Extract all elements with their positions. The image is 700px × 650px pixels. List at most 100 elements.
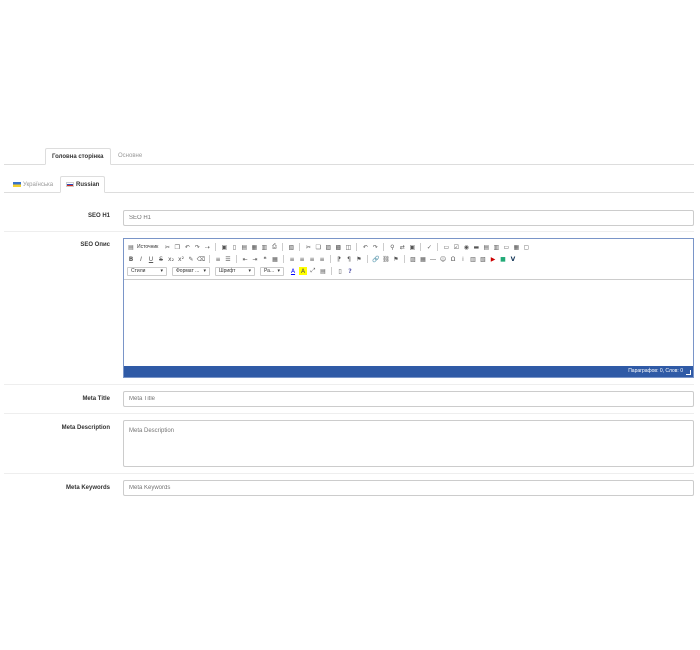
text-field-icon[interactable]: ▬ [472, 243, 480, 251]
iframe-icon[interactable]: ▥ [469, 255, 477, 263]
copy-alt-icon[interactable]: ❏ [314, 243, 322, 251]
toolbar-separator [383, 243, 385, 251]
remove-format-icon[interactable]: ⌫ [197, 255, 205, 263]
special-char-icon[interactable]: Ω [449, 255, 457, 263]
horizontal-line-icon[interactable]: ― [429, 255, 437, 263]
toolbar-row: ▤ Источник ✂ ❐ ↶ ↷ ⇢ ▣ ▯ ▤ ▦ ▥ ⎙ ▧ ✂ ❏ ▨… [127, 241, 690, 253]
align-center-icon[interactable]: ≡ [298, 255, 306, 263]
paste-icon[interactable]: ⇢ [203, 243, 211, 251]
paste-alt-icon[interactable]: ▨ [324, 243, 332, 251]
video-icon[interactable]: ■ [499, 255, 507, 263]
preview-icon[interactable]: ▦ [250, 243, 258, 251]
chevron-down-icon: ▾ [203, 268, 206, 274]
print-icon[interactable]: ⎙ [270, 243, 278, 251]
resize-handle-icon[interactable] [686, 370, 691, 375]
redo-alt-icon[interactable]: ↷ [371, 243, 379, 251]
tab-home-page[interactable]: Головна сторінка [45, 148, 111, 165]
image-icon[interactable]: ▨ [409, 255, 417, 263]
italic-icon[interactable]: I [137, 255, 145, 263]
align-justify-icon[interactable]: ≡ [318, 255, 326, 263]
seo-h1-label: SEO H1 [87, 213, 110, 219]
image-button-icon[interactable]: ▦ [512, 243, 520, 251]
div-container-icon[interactable]: ▦ [271, 255, 279, 263]
undo-icon[interactable]: ↶ [183, 243, 191, 251]
replace-icon[interactable]: ⇄ [398, 243, 406, 251]
undo-alt-icon[interactable]: ↶ [361, 243, 369, 251]
size-dropdown[interactable]: Ра... ▾ [260, 266, 284, 276]
toolbar-separator [299, 243, 301, 251]
vimeo-icon[interactable]: V [509, 255, 517, 263]
numbered-list-icon[interactable]: ≡ [214, 255, 222, 263]
templates-icon[interactable]: ▤ [240, 243, 248, 251]
button-field-icon[interactable]: ▭ [502, 243, 510, 251]
meta-description-textarea[interactable] [123, 420, 694, 467]
radio-icon[interactable]: ◉ [462, 243, 470, 251]
ltr-icon[interactable]: ⁋ [335, 255, 343, 263]
find-icon[interactable]: ⚲ [388, 243, 396, 251]
form-icon[interactable]: ▭ [442, 243, 450, 251]
redo-icon[interactable]: ↷ [193, 243, 201, 251]
page-icon[interactable]: ▯ [336, 267, 344, 275]
ua-flag-icon [13, 182, 21, 187]
flash-icon[interactable]: ▧ [479, 255, 487, 263]
source-button[interactable]: ▤ Источник [127, 243, 161, 251]
paste-text-icon[interactable]: ▩ [334, 243, 342, 251]
language-icon[interactable]: ⚑ [355, 255, 363, 263]
page-break-icon[interactable]: ⁞ [459, 255, 467, 263]
select-all-icon[interactable]: ▣ [408, 243, 416, 251]
templates-list-icon[interactable]: ▧ [287, 243, 295, 251]
tab-lang-russian[interactable]: Russian [60, 176, 106, 193]
bold-icon[interactable]: B [127, 255, 135, 263]
help-icon[interactable]: ? [346, 267, 354, 275]
copy-icon[interactable]: ❐ [173, 243, 181, 251]
youtube-icon[interactable]: ▶ [489, 255, 497, 263]
save-icon[interactable]: ▣ [220, 243, 228, 251]
editor-content-area[interactable] [124, 280, 693, 366]
unlink-icon[interactable]: ⛓ [382, 255, 390, 263]
meta-keywords-input[interactable] [123, 480, 694, 496]
align-left-icon[interactable]: ≡ [288, 255, 296, 263]
underline-icon[interactable]: U [147, 255, 155, 263]
seo-h1-input[interactable] [123, 210, 694, 226]
indent-icon[interactable]: ⇥ [251, 255, 259, 263]
rtl-icon[interactable]: ¶ [345, 255, 353, 263]
copy-format-icon[interactable]: ✎ [187, 255, 195, 263]
tab-general[interactable]: Основне [112, 148, 148, 165]
cut-alt-icon[interactable]: ✂ [304, 243, 312, 251]
document-icon[interactable]: ▥ [260, 243, 268, 251]
anchor-icon[interactable]: ⚑ [392, 255, 400, 263]
text-color-icon[interactable]: A [289, 267, 297, 275]
toolbar-row: Стили ▾ Формат ... ▾ Шрифт ▾ Ра... ▾ A A… [127, 265, 690, 277]
show-blocks-icon[interactable]: ▤ [319, 267, 327, 275]
select-field-icon[interactable]: ▥ [492, 243, 500, 251]
smiley-icon[interactable]: ☺ [439, 255, 447, 263]
align-right-icon[interactable]: ≡ [308, 255, 316, 263]
font-dropdown[interactable]: Шрифт ▾ [215, 266, 255, 276]
chevron-down-icon: ▾ [277, 268, 280, 274]
meta-title-input[interactable] [123, 391, 694, 407]
source-button-label: Источник [137, 244, 159, 250]
superscript-icon[interactable]: x² [177, 255, 185, 263]
background-color-icon[interactable]: A [299, 267, 307, 275]
bulleted-list-icon[interactable]: ☰ [224, 255, 232, 263]
new-page-icon[interactable]: ▯ [230, 243, 238, 251]
link-icon[interactable]: 🔗 [372, 255, 380, 263]
maximize-icon[interactable]: ⤢ [309, 267, 317, 275]
tab-lang-ukrainian[interactable]: Українська [8, 176, 58, 193]
textarea-icon[interactable]: ▤ [482, 243, 490, 251]
subscript-icon[interactable]: x₂ [167, 255, 175, 263]
spellcheck-icon[interactable]: ✓ [425, 243, 433, 251]
meta-description-label: Meta Description [61, 425, 110, 431]
strikethrough-icon[interactable]: S [157, 255, 165, 263]
toolbar-separator [367, 255, 368, 263]
table-icon[interactable]: ▦ [419, 255, 427, 263]
toolbar-separator [236, 255, 237, 263]
styles-dropdown[interactable]: Стили ▾ [127, 266, 167, 276]
hidden-field-icon[interactable]: ▢ [522, 243, 530, 251]
checkbox-icon[interactable]: ☑ [452, 243, 460, 251]
blockquote-icon[interactable]: ❝ [261, 255, 269, 263]
outdent-icon[interactable]: ⇤ [241, 255, 249, 263]
cut-icon[interactable]: ✂ [163, 243, 171, 251]
paste-word-icon[interactable]: ◫ [344, 243, 352, 251]
format-dropdown[interactable]: Формат ... ▾ [172, 266, 210, 276]
